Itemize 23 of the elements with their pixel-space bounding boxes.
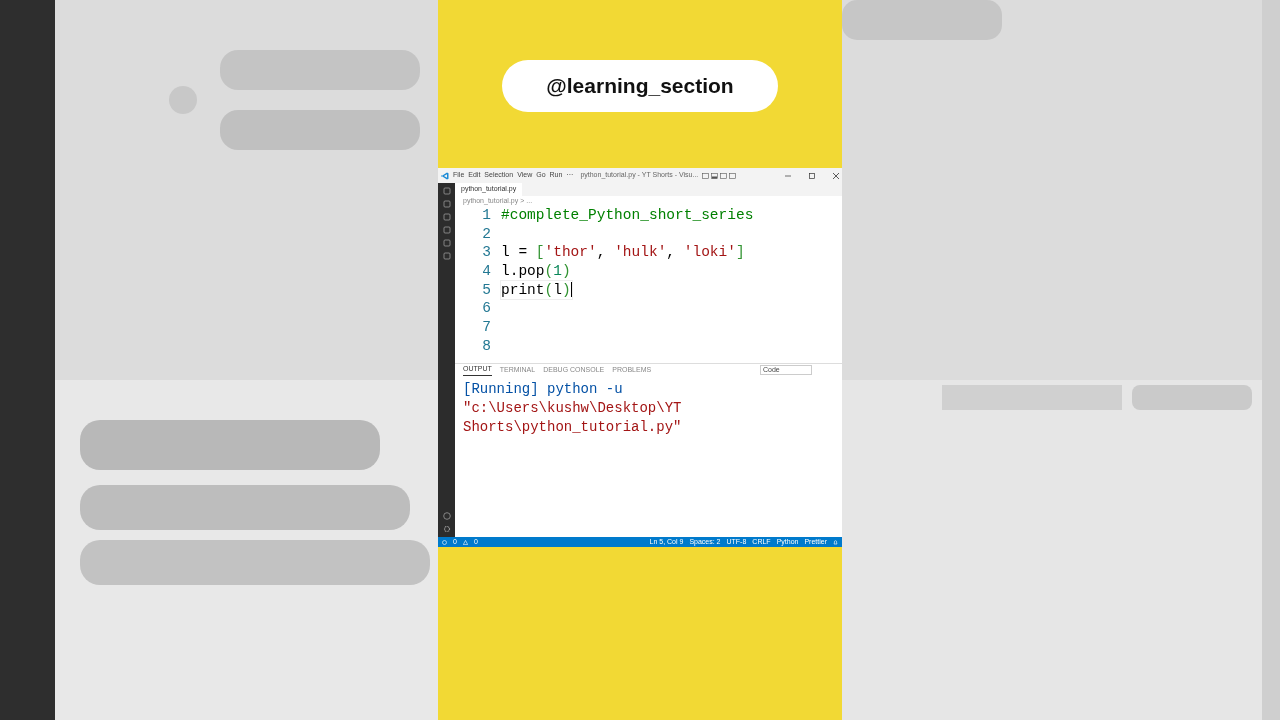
layout-icons[interactable]: [702, 172, 739, 179]
error-icon: [442, 539, 447, 545]
code-line: l = ['thor', 'hulk', 'loki']: [501, 243, 745, 263]
code-line: l.pop(1): [501, 262, 571, 281]
line-number: 8: [481, 336, 492, 356]
account-icon[interactable]: [442, 512, 451, 520]
line-number: 6: [481, 299, 492, 319]
output-text: [Running] python -u "c:\Users\kushw\Desktop\YT Shorts\python_tutorial.py": [462, 380, 683, 437]
channel-handle: @learning_section: [502, 60, 778, 112]
minimize-icon[interactable]: [785, 172, 791, 179]
code-line: #complete_Python_short_series: [501, 206, 754, 225]
line-number: 2: [481, 224, 492, 244]
app-logo-icon: [441, 171, 449, 180]
warning-icon: [462, 539, 468, 545]
bell-icon[interactable]: [833, 539, 838, 545]
line-number: 1: [481, 206, 492, 225]
maximize-icon[interactable]: [809, 172, 815, 179]
line-number: 4: [481, 262, 492, 281]
line-number: 7: [481, 318, 492, 337]
close-icon[interactable]: [833, 172, 839, 179]
line-number: 5: [481, 280, 492, 300]
code-line: print(l): [501, 280, 573, 300]
line-number: 3: [481, 243, 492, 263]
